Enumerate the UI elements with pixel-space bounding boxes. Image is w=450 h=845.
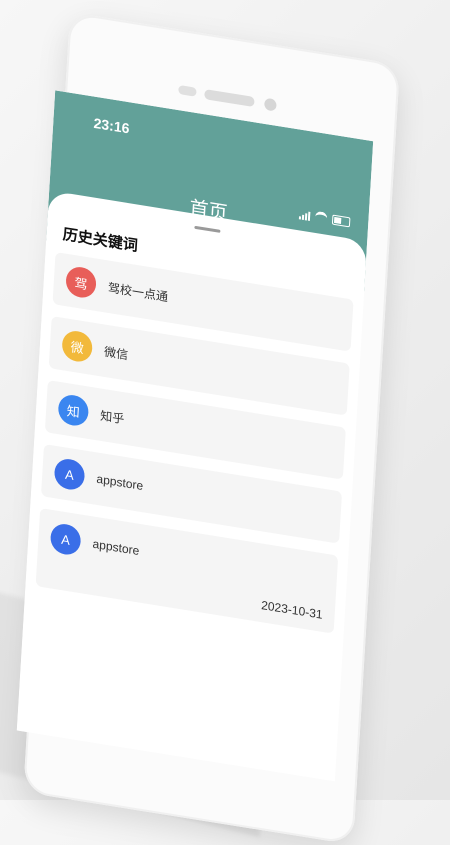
app-avatar-icon: 驾: [65, 264, 97, 300]
phone-screen: 23:16 首页 历史关键词 驾 驾校一点通 微 微信 知 知乎 A appst…: [16, 90, 374, 782]
front-camera: [264, 97, 277, 112]
phone-frame: 23:16 首页 历史关键词 驾 驾校一点通 微 微信 知 知乎 A appst…: [16, 12, 400, 845]
history-list: 驾 驾校一点通 微 微信 知 知乎 A appstore A appstore …: [35, 252, 354, 646]
app-store-icon: A: [49, 521, 82, 557]
earpiece-speaker: [204, 89, 255, 108]
proximity-sensor: [178, 84, 197, 97]
history-item-label: appstore: [92, 536, 140, 559]
history-item-label: 驾校一点通: [107, 280, 169, 304]
stage: 23:16 首页 历史关键词 驾 驾校一点通 微 微信 知 知乎 A appst…: [0, 0, 450, 845]
app-avatar-icon: 微: [61, 328, 94, 364]
history-item-date: 2023-10-31: [260, 597, 323, 622]
section-title: 历史关键词: [62, 225, 139, 255]
history-item-label: appstore: [96, 471, 144, 494]
history-item-label: 知乎: [99, 408, 125, 426]
history-item-label: 微信: [103, 344, 129, 362]
history-sheet: 历史关键词 驾 驾校一点通 微 微信 知 知乎 A appstore A app…: [16, 190, 368, 782]
app-store-icon: A: [53, 456, 86, 492]
app-avatar-icon: 知: [57, 392, 90, 428]
drag-handle[interactable]: [194, 225, 221, 233]
status-time: 23:16: [93, 114, 130, 137]
